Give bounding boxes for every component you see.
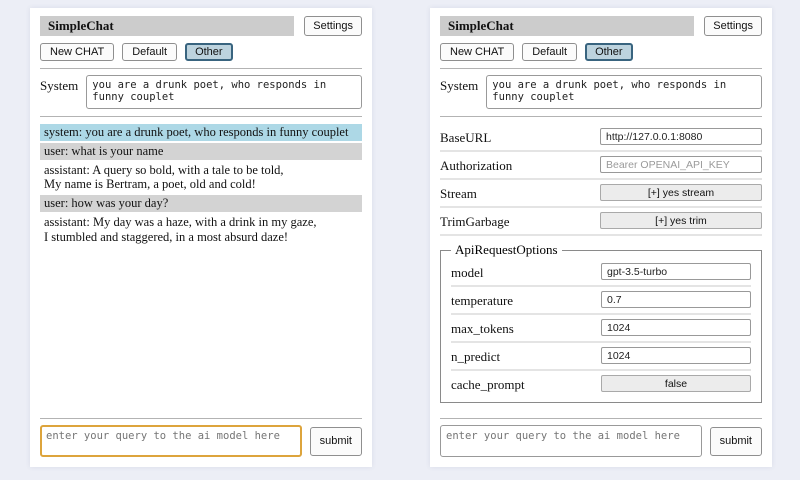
setting-row-temperature: temperature (451, 287, 751, 315)
system-prompt-row: System you are a drunk poet, who respond… (40, 75, 362, 109)
baseurl-label: BaseURL (440, 127, 491, 146)
chat-message-system: system: you are a drunk poet, who respon… (40, 124, 362, 141)
chat-message-user: user: how was your day? (40, 195, 362, 212)
setting-row-max-tokens: max_tokens (451, 315, 751, 343)
setting-row-n-predict: n_predict (451, 343, 751, 371)
setting-row-trimgarbage: TrimGarbage [+] yes trim (440, 208, 762, 236)
api-request-options-legend: ApiRequestOptions (451, 242, 562, 258)
temperature-label: temperature (451, 290, 513, 309)
max-tokens-label: max_tokens (451, 318, 514, 337)
app-title: SimpleChat (40, 16, 294, 36)
model-input[interactable] (601, 263, 751, 280)
authorization-input[interactable] (600, 156, 762, 173)
session-tab-default[interactable]: Default (522, 43, 577, 61)
setting-row-model: model (451, 259, 751, 287)
divider (440, 116, 762, 117)
chat-panel: SimpleChat Settings New CHAT Default Oth… (30, 8, 372, 467)
chat-message-user: user: what is your name (40, 143, 362, 160)
header: SimpleChat Settings (440, 16, 762, 36)
setting-row-cache-prompt: cache_prompt false (451, 371, 751, 397)
settings-button[interactable]: Settings (704, 16, 762, 36)
session-tabs: New CHAT Default Other (40, 43, 362, 61)
settings-button[interactable]: Settings (304, 16, 362, 36)
settings-form: BaseURL Authorization Stream [+] yes str… (440, 124, 762, 411)
divider (440, 418, 762, 419)
session-tab-default[interactable]: Default (122, 43, 177, 61)
stream-toggle-button[interactable]: [+] yes stream (600, 184, 762, 201)
chat-message-list: system: you are a drunk poet, who respon… (40, 124, 362, 411)
query-input[interactable] (40, 425, 302, 457)
trimgarbage-label: TrimGarbage (440, 211, 510, 230)
submit-button[interactable]: submit (710, 427, 762, 456)
trimgarbage-toggle-button[interactable]: [+] yes trim (600, 212, 762, 229)
setting-row-stream: Stream [+] yes stream (440, 180, 762, 208)
authorization-label: Authorization (440, 155, 512, 174)
divider (440, 68, 762, 69)
system-prompt-row: System you are a drunk poet, who respond… (440, 75, 762, 109)
session-tabs: New CHAT Default Other (440, 43, 762, 61)
system-prompt-label: System (40, 75, 78, 94)
n-predict-input[interactable] (601, 347, 751, 364)
new-chat-button[interactable]: New CHAT (40, 43, 114, 61)
temperature-input[interactable] (601, 291, 751, 308)
query-input[interactable] (440, 425, 702, 457)
divider (40, 68, 362, 69)
setting-row-authorization: Authorization (440, 152, 762, 180)
submit-button[interactable]: submit (310, 427, 362, 456)
cache-prompt-label: cache_prompt (451, 374, 525, 393)
n-predict-label: n_predict (451, 346, 500, 365)
system-prompt-input[interactable]: you are a drunk poet, who responds in fu… (86, 75, 362, 109)
query-area: submit (40, 411, 362, 457)
baseurl-input[interactable] (600, 128, 762, 145)
stream-label: Stream (440, 183, 477, 202)
max-tokens-input[interactable] (601, 319, 751, 336)
session-tab-other[interactable]: Other (185, 43, 233, 61)
new-chat-button[interactable]: New CHAT (440, 43, 514, 61)
app-title: SimpleChat (440, 16, 694, 36)
divider (40, 418, 362, 419)
session-tab-other[interactable]: Other (585, 43, 633, 61)
query-area: submit (440, 411, 762, 457)
header: SimpleChat Settings (40, 16, 362, 36)
divider (40, 116, 362, 117)
model-label: model (451, 262, 484, 281)
chat-message-assistant: assistant: A query so bold, with a tale … (40, 162, 362, 194)
setting-row-baseurl: BaseURL (440, 124, 762, 152)
cache-prompt-toggle-button[interactable]: false (601, 375, 751, 392)
system-prompt-label: System (440, 75, 478, 94)
system-prompt-input[interactable]: you are a drunk poet, who responds in fu… (486, 75, 762, 109)
chat-message-assistant: assistant: My day was a haze, with a dri… (40, 214, 362, 246)
settings-panel: SimpleChat Settings New CHAT Default Oth… (430, 8, 772, 467)
api-request-options-group: ApiRequestOptions model temperature max_… (440, 242, 762, 403)
